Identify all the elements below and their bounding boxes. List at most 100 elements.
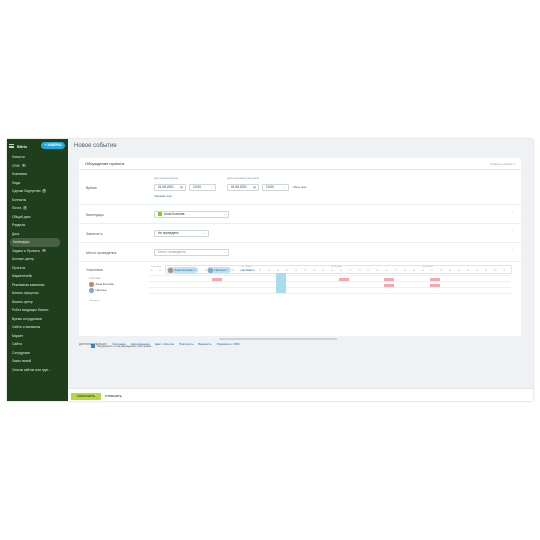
sidebar-item[interactable]: Рекламная кампания — [7, 281, 68, 290]
collapse-icon[interactable]: › — [512, 210, 513, 213]
option-crm[interactable]: Привязка к CRM — [217, 342, 240, 346]
advanced-link[interactable]: Открыть список □ — [490, 162, 515, 166]
collapse-icon[interactable]: › — [512, 248, 513, 251]
planner-hour-label: 14 — [186, 270, 189, 272]
page-title: Новое событие — [74, 143, 117, 149]
planner-hour-label: 14 — [367, 270, 370, 272]
sidebar-item[interactable]: Список сайтов или груп... — [7, 366, 68, 375]
from-time-field[interactable]: 12:00 ⌄ — [189, 184, 216, 191]
sidebar-item[interactable]: Календарь — [10, 238, 60, 247]
sidebar-item[interactable]: CRM 3 — [7, 162, 68, 171]
planner-hour-label: 18 — [222, 270, 225, 272]
planner-hour-label: 15 — [466, 270, 470, 272]
sidebar-item-label: Маркет — [12, 333, 24, 338]
sidebar-item[interactable]: Новости — [7, 153, 68, 162]
accessibility-select[interactable]: Не проведено ⌄ — [154, 230, 209, 237]
sidebar-item[interactable]: Время сотрудников — [7, 315, 68, 324]
planner-scrollbar[interactable] — [219, 338, 337, 340]
planner-hour-label: 13 — [448, 270, 452, 272]
to-date-field[interactable]: 01.06.2021 ▦ — [227, 184, 259, 191]
sidebar-item[interactable]: Маркетплейс — [7, 272, 68, 281]
sidebar-item[interactable]: Сайты и магазины — [7, 323, 68, 332]
planner-hour-label: 14 — [457, 270, 461, 272]
sidebar-item[interactable]: Сотрудники — [7, 349, 68, 358]
sidebar-item-label: Сайты и магазины — [12, 325, 41, 329]
save-button[interactable]: СОХРАНИТЬ — [71, 393, 101, 400]
sidebar-item-label: Сотрудники — [12, 350, 30, 355]
option-description[interactable]: Описание — [112, 342, 126, 346]
planner-hour-label: 13 — [177, 270, 180, 272]
sidebar-item[interactable]: Робот входящих бизнес — [7, 306, 68, 315]
from-time-value: 12:00 — [193, 185, 201, 189]
location-label: Место проведения — [86, 251, 117, 255]
sidebar-item[interactable]: Бизнес-центр — [7, 298, 68, 307]
sidebar-item[interactable]: Контакты — [7, 196, 68, 205]
planner-hour-label: 11 — [430, 270, 433, 272]
sidebar-item[interactable]: Контакт-центр — [7, 255, 68, 264]
option-importance[interactable]: Важность — [198, 342, 211, 346]
calendar-color-swatch — [158, 212, 162, 217]
logo: Bitrix — [17, 143, 28, 149]
option-repeat[interactable]: Повторять — [179, 342, 194, 346]
sidebar-item[interactable]: Разделы — [7, 221, 68, 230]
planner-row-line — [149, 293, 511, 294]
planner-attendee: Наталья — [89, 288, 106, 293]
planner-grid[interactable]: пт 4 июня пн 7 июня вт 8 июня ср 9 июня 10 11… — [149, 266, 511, 295]
planner-hour-label: 16 — [294, 270, 298, 272]
planner-busy-slot — [429, 284, 440, 287]
sidebar-item-label: Разделы — [12, 223, 26, 227]
sidebar-item-label: Сделки Лидерство — [12, 189, 41, 193]
cancel-button[interactable]: ОТМЕНИТЬ — [105, 393, 122, 400]
event-name-input[interactable]: Обсуждение проекта — [85, 161, 124, 166]
sidebar-item-label: Рекламная кампания — [12, 282, 45, 287]
sidebar-item[interactable]: Заказ новый — [7, 357, 68, 366]
collapse-icon[interactable]: › — [512, 229, 513, 232]
planner-hour-label: 11 — [249, 270, 252, 272]
planner-attendee: Анна Козлова — [89, 282, 113, 287]
planner-day-header: вт 8 июня — [332, 266, 342, 268]
sidebar-item-label: Бизнес-центр — [12, 299, 33, 304]
sidebar-item[interactable]: Компания — [7, 170, 68, 179]
calendar-select[interactable]: Анна Козлова ⌄ — [154, 211, 229, 218]
sidebar-item[interactable]: Сделки Лидерство 8 — [7, 187, 68, 196]
time-row: Время дата начала начала дата окончания … — [79, 171, 521, 205]
chevron-down-icon: ⌄ — [283, 185, 286, 189]
sidebar-item[interactable]: Диск — [7, 230, 68, 239]
sidebar-item[interactable]: Лиды — [7, 179, 68, 188]
planner-hour-label: 19 — [502, 270, 506, 272]
to-time-field[interactable]: 13:00 ⌄ — [262, 184, 289, 191]
option-color[interactable]: Цвет события — [155, 342, 174, 346]
sidebar-item[interactable]: Сайты — [7, 340, 68, 349]
sidebar-item[interactable]: Задачи и Проекты 3 — [7, 247, 68, 256]
planner-hour-label: 18 — [312, 270, 316, 272]
allday-label: Весь день — [294, 186, 307, 189]
planner-hour-label: 16 — [475, 270, 479, 272]
accessibility-value: Не проведено — [158, 231, 179, 235]
planner-hour-label: 10 — [421, 270, 424, 272]
sidebar-item-label: Робот входящих бизнес — [12, 308, 49, 312]
planner-selected-slot[interactable] — [275, 273, 286, 293]
sidebar-item[interactable]: Общий диск — [7, 213, 68, 222]
additional-options: ДОПОЛНИТЕЛЬНО: Описание Напоминание Цвет… — [79, 342, 244, 346]
location-input[interactable]: Место проведения ⌄ — [154, 249, 229, 256]
create-button[interactable]: + ЗАВЕРШ — [41, 142, 65, 149]
from-date-field[interactable]: 01.06.2021 ▦ — [154, 184, 186, 191]
chevron-down-icon: ⌄ — [223, 250, 226, 254]
menu-icon[interactable] — [9, 144, 14, 148]
counter-badge: 3 — [41, 248, 46, 253]
planner-hour-label: 10 — [150, 270, 153, 272]
option-reminder[interactable]: Напоминание — [131, 342, 150, 346]
timezone-link[interactable]: Часовой пояс — [154, 194, 172, 198]
sidebar-item[interactable]: Проекты — [7, 264, 68, 273]
sidebar-item-label: Контакты — [12, 197, 27, 202]
sidebar-item[interactable]: Маркет — [7, 332, 68, 341]
planner-hour-label: 19 — [321, 270, 325, 272]
sidebar-item[interactable]: Почта 2 — [7, 204, 68, 213]
sidebar-item[interactable]: Бизнес-процессы — [7, 289, 68, 298]
calendar-label: Календарь — [86, 213, 104, 217]
planner-hour-label: 15 — [195, 270, 198, 272]
sidebar-item-label: Диск — [12, 231, 20, 236]
location-row: Место проведения Место проведения ⌄ › — [79, 244, 521, 262]
allday-checkbox[interactable]: □ Весь день — [292, 186, 307, 189]
sidebar-item-label: Календарь — [13, 240, 30, 244]
